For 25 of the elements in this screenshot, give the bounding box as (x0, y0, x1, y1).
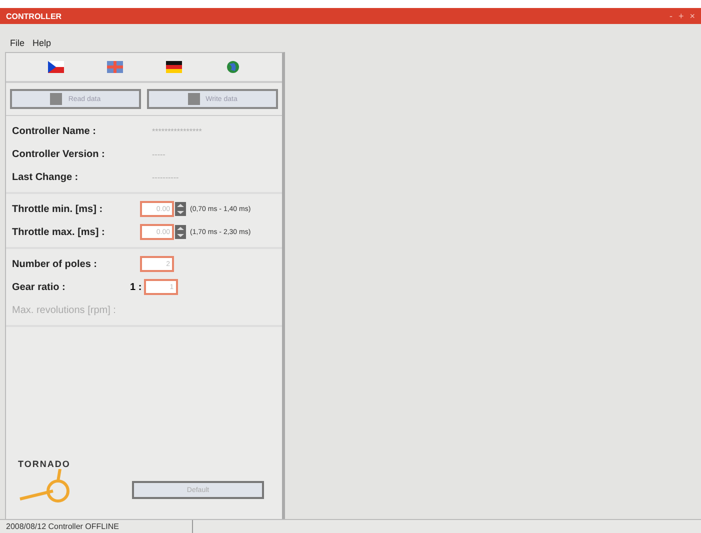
field-label: Controller Version : (12, 148, 106, 160)
menu-item[interactable]: File (10, 38, 25, 48)
ratio-prefix: 1 : (130, 282, 142, 292)
logo-text: TORNADO (18, 459, 72, 469)
window-title: CONTROLLER (6, 12, 62, 20)
window-control[interactable]: + (678, 11, 684, 21)
spinner-icon[interactable] (175, 202, 186, 216)
field-label: Number of poles : (12, 258, 98, 270)
field-label: Controller Name : (12, 126, 97, 136)
field-value: **************** (152, 126, 202, 136)
field-label: Throttle max. [ms] : (12, 226, 106, 238)
window-control[interactable]: - (669, 11, 672, 21)
globe-icon[interactable] (224, 61, 240, 73)
window-control[interactable]: × (690, 11, 695, 21)
menu-item[interactable]: Help (32, 38, 52, 48)
flag-icon[interactable] (166, 61, 182, 73)
flag-icon[interactable] (48, 61, 64, 73)
field-label: Max. revolutions [rpm] : (12, 304, 116, 316)
field-label: Gear ratio : (12, 282, 66, 292)
spinner-icon[interactable] (175, 225, 186, 239)
field-value: ----- (152, 150, 166, 158)
field-label: Throttle min. [ms] : (12, 204, 104, 214)
field-label: Last Change : (12, 172, 80, 182)
status-text: 2008/08/12 Controller OFFLINE (0, 520, 193, 533)
field-value: ---------- (152, 172, 179, 182)
